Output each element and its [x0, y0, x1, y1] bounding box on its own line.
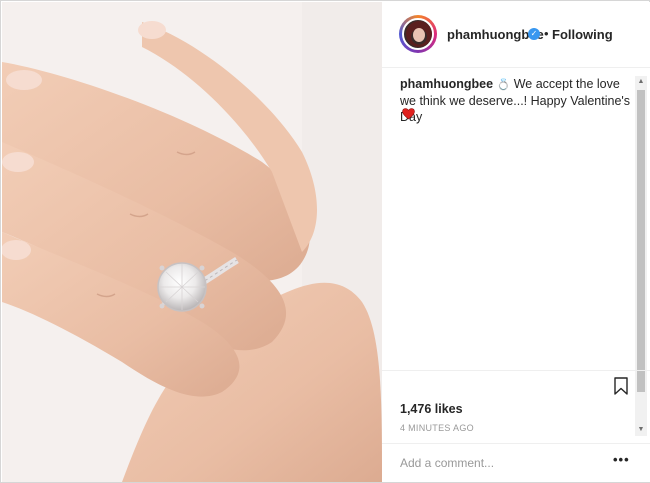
- comment-input[interactable]: [400, 454, 600, 472]
- likes-count[interactable]: 1,476 likes: [400, 402, 463, 416]
- post-side-panel: phamhuongbee ✓ • Following phamhuongbee …: [382, 2, 650, 482]
- following-button[interactable]: Following: [552, 27, 613, 42]
- more-options-icon[interactable]: •••: [613, 452, 630, 467]
- post-window: phamhuongbee ✓ • Following phamhuongbee …: [0, 0, 650, 483]
- post-header: phamhuongbee ✓ • Following: [382, 2, 650, 68]
- story-ring[interactable]: [399, 15, 437, 53]
- separator-dot: •: [544, 26, 549, 41]
- heart-icon: [402, 108, 415, 120]
- comment-box: •••: [382, 443, 650, 482]
- hand-ring-photo: [2, 2, 382, 482]
- caption-username[interactable]: phamhuongbee: [400, 77, 493, 91]
- post-actions: [382, 370, 650, 404]
- scroll-down-arrow-icon[interactable]: ▼: [635, 424, 647, 436]
- bookmark-icon[interactable]: [614, 377, 628, 395]
- caption: phamhuongbee 💍 We accept the love we thi…: [400, 76, 632, 125]
- scroll-up-arrow-icon[interactable]: ▲: [635, 76, 647, 88]
- verified-badge-icon: ✓: [528, 28, 540, 40]
- ring-emoji-icon: 💍: [496, 79, 511, 91]
- avatar[interactable]: [402, 18, 434, 50]
- post-timestamp[interactable]: 4 MINUTES AGO: [400, 423, 474, 433]
- comments-area: phamhuongbee 💍 We accept the love we thi…: [382, 68, 650, 436]
- avatar-face: [413, 28, 425, 42]
- scroll-thumb[interactable]: [637, 90, 645, 392]
- post-photo[interactable]: [2, 2, 382, 482]
